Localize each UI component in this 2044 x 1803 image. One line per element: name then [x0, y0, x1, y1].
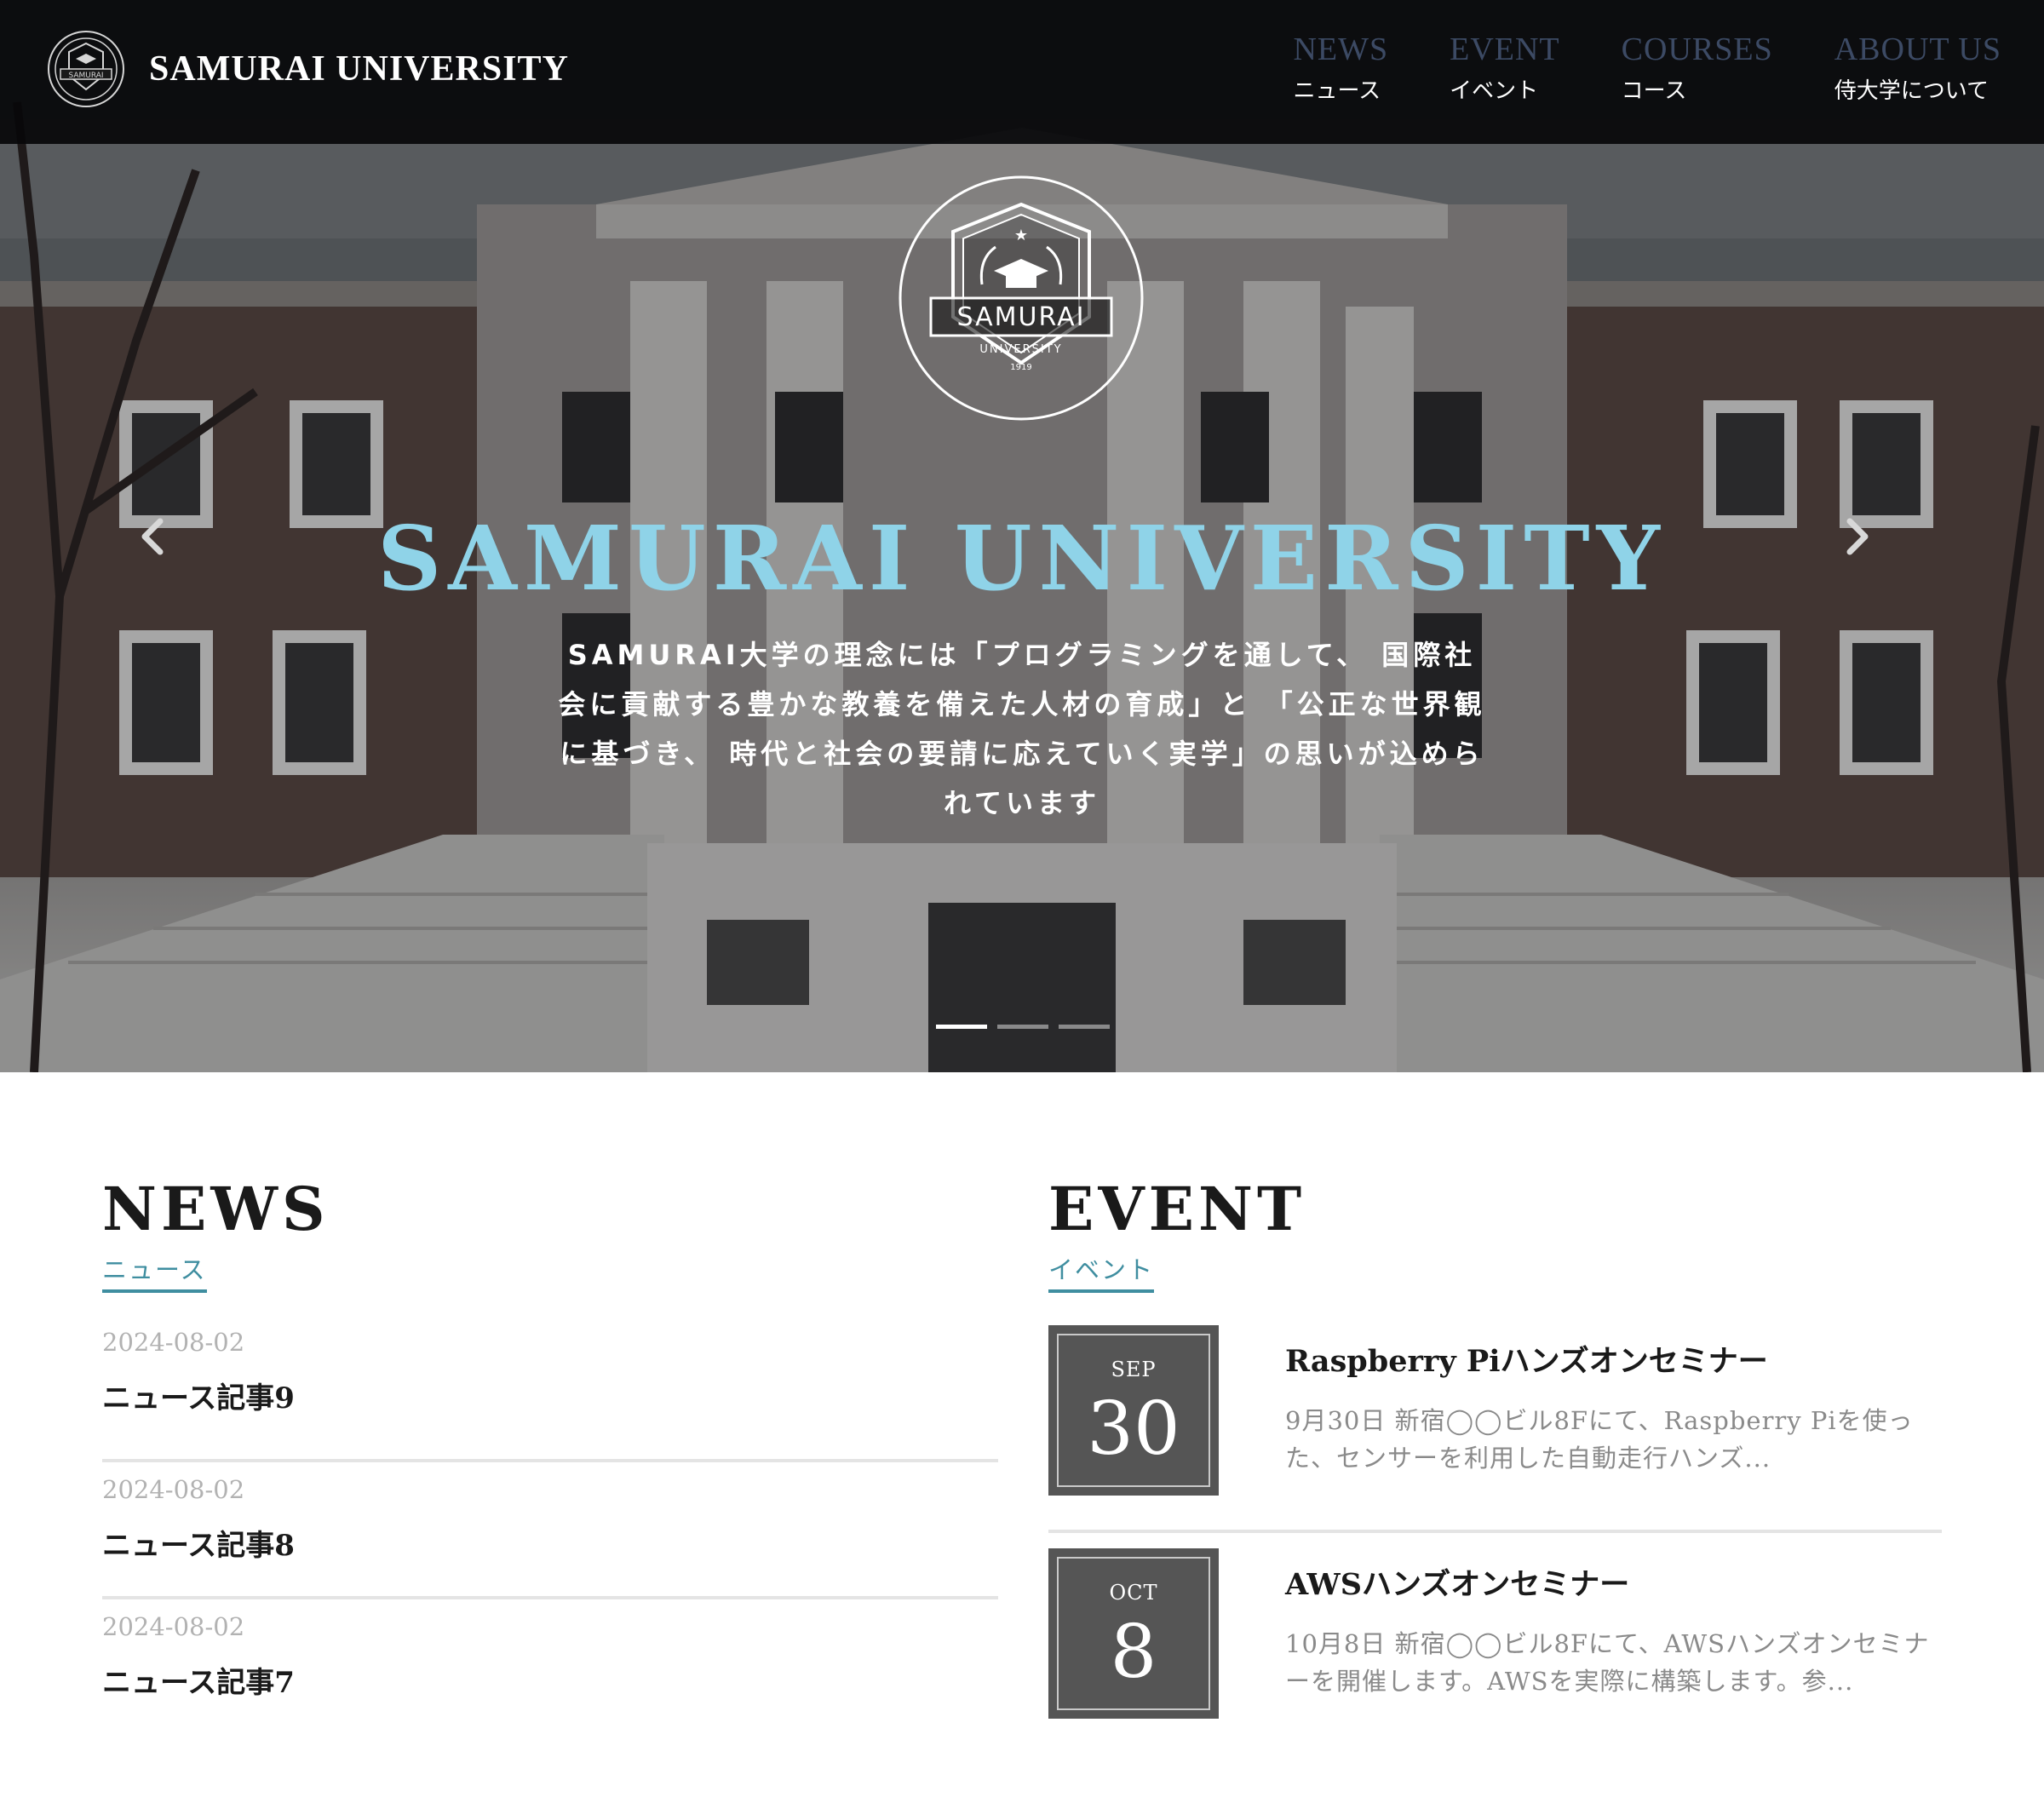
nav-link-label-jp: イベント — [1450, 78, 1539, 104]
nav-link-label-en: ABOUT US — [1834, 32, 2001, 67]
news-list: 2024-08-02 ニュース記事9 2024-08-02 ニュース記事8 20… — [102, 1325, 998, 1737]
event-list: SEP 30 Raspberry Piハンズオンセミナー 9月30日 新宿◯◯ビ… — [1048, 1325, 1942, 1756]
event-section: EVENT イベント SEP 30 Raspberry Piハンズオンセミナー … — [1048, 1174, 1942, 1756]
news-item[interactable]: 2024-08-02 ニュース記事7 — [102, 1599, 998, 1737]
nav-link-event[interactable]: EVENT イベント — [1450, 29, 1560, 109]
carousel-next-button[interactable] — [1831, 511, 1882, 562]
chevron-left-icon — [141, 518, 164, 555]
event-day: 30 — [1087, 1387, 1180, 1472]
nav-link-news[interactable]: NEWS ニュース — [1293, 29, 1388, 109]
news-date: 2024-08-02 — [102, 1328, 245, 1357]
emblem-year-text: 1919 — [1010, 363, 1031, 372]
nav-link-label-en: EVENT — [1450, 32, 1560, 67]
brand-name: SAMURAI UNIVERSITY — [149, 49, 569, 89]
nav-link-label-jp: コース — [1621, 78, 1687, 104]
nav-link-label-en: COURSES — [1621, 32, 1773, 67]
news-section-subtitle: ニュース — [102, 1250, 207, 1293]
event-date-box: OCT 8 — [1048, 1548, 1219, 1719]
carousel-indicator-2[interactable] — [997, 1025, 1048, 1029]
event-day: 8 — [1110, 1610, 1157, 1695]
news-item[interactable]: 2024-08-02 ニュース記事9 — [102, 1325, 998, 1462]
event-title: AWSハンズオンセミナー — [1285, 1567, 1630, 1602]
hero-carousel: ★ SAMURAI UNIVERSITY 1919 SAMURAI UNIVER… — [0, 0, 2044, 1072]
event-description: 9月30日 新宿◯◯ビル8Fにて、Raspberry Piを使った、センサーを利… — [1285, 1406, 1914, 1473]
hero-title: SAMURAI UNIVERSITY — [377, 506, 1667, 611]
nav-link-label-en: NEWS — [1293, 32, 1389, 67]
main-nav: NEWS ニュース EVENT イベント COURSES コース ABOUT U… — [1232, 29, 2001, 109]
nav-link-courses[interactable]: COURSES コース — [1622, 29, 1773, 109]
news-title: ニュース記事9 — [102, 1381, 295, 1415]
nav-link-about-us[interactable]: ABOUT US 侍大学について — [1834, 29, 2001, 109]
emblem-sub-text: UNIVERSITY — [979, 343, 1062, 356]
news-section-title: NEWS — [102, 1174, 330, 1244]
nav-link-label-jp: 侍大学について — [1834, 78, 1989, 104]
news-date: 2024-08-02 — [102, 1612, 245, 1641]
carousel-indicator-3[interactable] — [1059, 1025, 1110, 1029]
brand-home-link[interactable]: SAMURAI SAMURAI UNIVERSITY — [47, 30, 569, 108]
event-item[interactable]: SEP 30 Raspberry Piハンズオンセミナー 9月30日 新宿◯◯ビ… — [1048, 1325, 1942, 1533]
news-date: 2024-08-02 — [102, 1475, 245, 1504]
nav-link-label-jp: ニュース — [1293, 78, 1381, 104]
logo-banner-text: SAMURAI — [68, 72, 103, 80]
event-date-box: SEP 30 — [1048, 1325, 1219, 1496]
event-section-title: EVENT — [1048, 1174, 1306, 1244]
carousel-indicator-1[interactable] — [936, 1025, 987, 1029]
news-title: ニュース記事8 — [102, 1529, 295, 1563]
event-section-subtitle: イベント — [1048, 1250, 1155, 1293]
news-item[interactable]: 2024-08-02 ニュース記事8 — [102, 1462, 998, 1599]
university-logo-icon: SAMURAI — [48, 31, 124, 107]
chevron-right-icon — [1846, 518, 1869, 555]
news-section: NEWS ニュース 2024-08-02 ニュース記事9 2024-08-02 … — [102, 1174, 998, 1737]
event-item[interactable]: OCT 8 AWSハンズオンセミナー 10月8日 新宿◯◯ビル8Fにて、AWSハ… — [1048, 1548, 1942, 1756]
event-month: SEP — [1111, 1358, 1157, 1381]
carousel-prev-button[interactable] — [128, 511, 179, 562]
carousel-indicators — [936, 1025, 1120, 1029]
event-description: 10月8日 新宿◯◯ビル8Fにて、AWSハンズオンセミナーを開催します。AWSを… — [1285, 1629, 1930, 1696]
university-emblem: ★ SAMURAI UNIVERSITY 1919 — [899, 175, 1144, 421]
svg-text:★: ★ — [1014, 227, 1028, 244]
event-title: Raspberry Piハンズオンセミナー — [1285, 1344, 1768, 1379]
hero-description: SAMURAI大学の理念には「プログラミングを通して、 国際社会に貢献する豊かな… — [558, 639, 1486, 819]
top-navbar: SAMURAI SAMURAI UNIVERSITY NEWS ニュース EVE… — [0, 0, 2044, 144]
emblem-banner-text: SAMURAI — [957, 302, 1086, 332]
news-title: ニュース記事7 — [102, 1666, 295, 1700]
event-month: OCT — [1109, 1581, 1158, 1605]
